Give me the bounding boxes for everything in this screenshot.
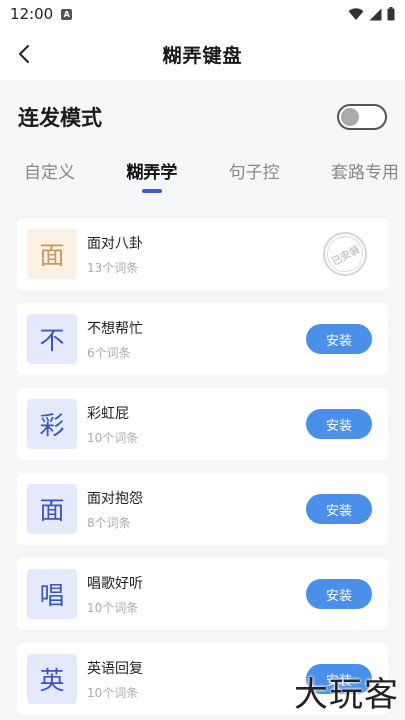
list-item[interactable]: 不 不想帮忙 6个词条 安装 [17, 303, 388, 375]
main-content: 连发模式 自定义 糊弄学 句子控 套路专用 面 面对八卦 13个词条 已安装 不… [0, 80, 405, 720]
watermark: 大玩客 [294, 675, 399, 715]
status-left: 12:00 A [10, 5, 73, 23]
battery-icon [387, 7, 395, 21]
tab-label: 糊弄学 [126, 163, 178, 183]
item-avatar-icon: 彩 [27, 399, 77, 449]
signal-icon [369, 8, 382, 20]
tab-label: 句子控 [228, 163, 280, 183]
tab-custom[interactable]: 自定义 [24, 154, 75, 183]
status-bar: 12:00 A [0, 0, 405, 28]
title-bar: 糊弄键盘 [0, 28, 405, 80]
list-item[interactable]: 唱 唱歌好听 10个词条 安装 [17, 558, 388, 630]
list-item[interactable]: 面 面对抱怨 8个词条 安装 [17, 473, 388, 545]
item-avatar-icon: 英 [27, 654, 77, 704]
tab-label: 套路专用 [330, 163, 399, 183]
keyboard-list: 面 面对八卦 13个词条 已安装 不 不想帮忙 6个词条 安装 彩 彩虹屁 10… [0, 204, 405, 715]
status-right [348, 7, 395, 21]
list-item[interactable]: 面 面对八卦 13个词条 已安装 [17, 218, 388, 290]
list-item[interactable]: 彩 彩虹屁 10个词条 安装 [17, 388, 388, 460]
back-button[interactable] [10, 40, 38, 68]
notification-icon: A [61, 8, 73, 20]
item-avatar-icon: 面 [27, 484, 77, 534]
install-button[interactable]: 安装 [306, 494, 372, 524]
install-button[interactable]: 安装 [306, 324, 372, 354]
chevron-left-icon [19, 45, 29, 63]
item-avatar-icon: 面 [27, 229, 77, 279]
item-avatar-icon: 不 [27, 314, 77, 364]
tab-sentences[interactable]: 句子控 [229, 154, 280, 183]
tab-huonong[interactable]: 糊弄学 [126, 154, 178, 193]
tab-active-indicator [141, 189, 162, 193]
mode-label: 连发模式 [18, 106, 102, 130]
mode-toggle[interactable] [337, 104, 387, 130]
category-tabs: 自定义 糊弄学 句子控 套路专用 [0, 154, 405, 204]
install-button[interactable]: 安装 [306, 579, 372, 609]
status-time: 12:00 [10, 5, 54, 23]
installed-stamp: 已安装 [320, 229, 370, 279]
mode-row: 连发模式 [0, 80, 405, 154]
page-title: 糊弄键盘 [162, 44, 243, 67]
tab-routines[interactable]: 套路专用 [331, 154, 399, 183]
tab-label: 自定义 [24, 163, 75, 183]
toggle-knob [341, 108, 359, 126]
install-button[interactable]: 安装 [306, 409, 372, 439]
item-avatar-icon: 唱 [27, 569, 77, 619]
wifi-icon [348, 7, 364, 20]
